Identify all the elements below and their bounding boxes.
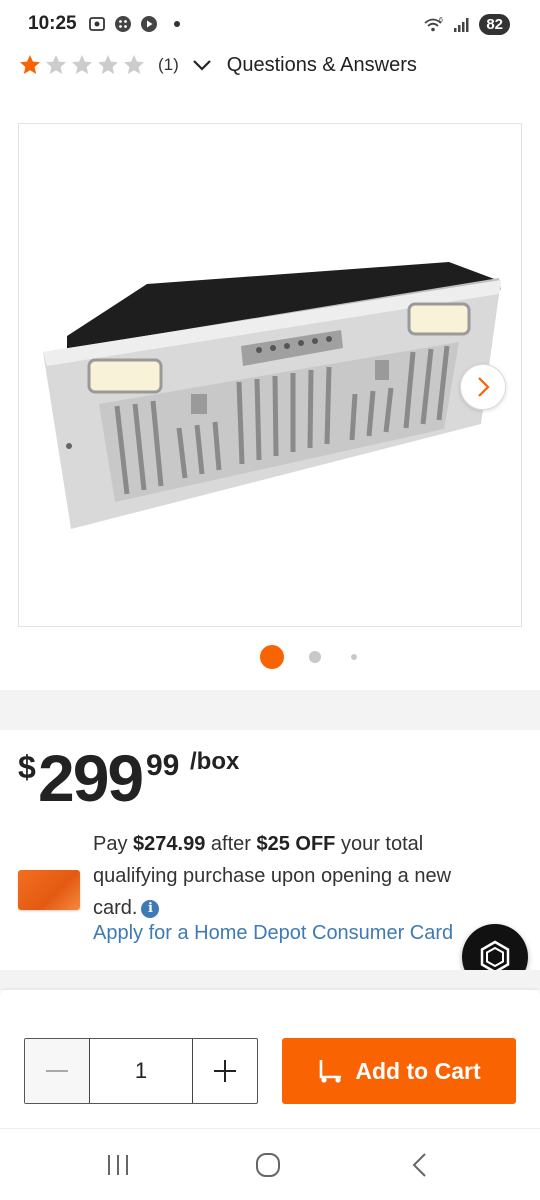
increase-quantity-button[interactable] [193,1039,257,1103]
star-empty-icon [124,55,144,74]
recent-apps-button[interactable] [98,1147,138,1183]
credit-card-image [18,870,80,910]
grid-icon [115,16,131,32]
rating-row[interactable]: (1) Questions & Answers [18,50,417,80]
decrease-quantity-button[interactable] [25,1039,89,1103]
add-to-cart-label: Add to Cart [355,1057,481,1084]
next-section-edge [0,990,540,1014]
status-icons-right: 6 82 [423,14,510,35]
pagination-dot[interactable] [351,654,357,660]
quantity-stepper: 1 [24,1038,258,1104]
next-image-button[interactable] [460,364,506,410]
section-divider [0,970,540,990]
add-to-cart-button[interactable]: Add to Cart [282,1038,516,1104]
home-button[interactable] [248,1147,288,1183]
chevron-down-icon[interactable] [191,54,213,76]
review-count[interactable]: (1) [158,55,179,75]
quantity-input[interactable]: 1 [89,1039,193,1103]
back-icon [412,1153,426,1177]
wifi-icon: 6 [424,17,443,31]
battery-indicator: 82 [479,14,510,35]
chevron-right-icon [478,377,490,397]
promo-pay: Pay [93,833,134,855]
questions-answers-link[interactable]: Questions & Answers [227,54,417,77]
gallery-pagination [0,645,540,669]
promo-discount: $25 OFF [256,833,336,855]
status-icons-left [88,15,180,33]
star-empty-icon [46,55,66,74]
cart-bar: 1 Add to Cart [0,1014,540,1128]
home-icon [256,1153,280,1177]
status-bar: 10:25 6 82 [0,0,540,48]
system-nav-bar [0,1128,540,1200]
signal-icon [454,17,469,32]
promo-text: Pay $274.99 after $25 OFF your total qua… [93,828,493,924]
promo-amount: $274.99 [133,833,206,855]
price-dollars: 299 [38,741,144,815]
info-icon[interactable]: i [141,900,160,918]
pagination-dot-active[interactable] [260,645,284,669]
cart-dolly-icon [320,1060,342,1083]
svg-text:6: 6 [439,17,443,24]
recent-apps-icon [108,1155,128,1175]
promo-after: after [205,833,257,855]
price-unit: /box [190,748,240,775]
price-currency: $ [18,749,36,785]
star-empty-icon [98,55,118,74]
apply-card-link[interactable]: Apply for a Home Depot Consumer Card [93,922,453,945]
section-divider [0,690,540,730]
star-filled-icon [20,55,40,74]
star-rating [18,53,146,77]
product-image-gallery[interactable] [18,123,522,627]
screenshot-icon [89,17,105,31]
plus-icon [214,1060,236,1082]
star-empty-icon [72,55,92,74]
price-cents: 99 [146,749,180,782]
pagination-dot[interactable] [309,651,321,663]
back-button[interactable] [400,1147,440,1183]
notification-dot [174,21,180,27]
product-image [43,262,501,529]
status-time: 10:25 [28,13,77,34]
play-icon [141,16,157,32]
minus-icon [46,1070,68,1072]
